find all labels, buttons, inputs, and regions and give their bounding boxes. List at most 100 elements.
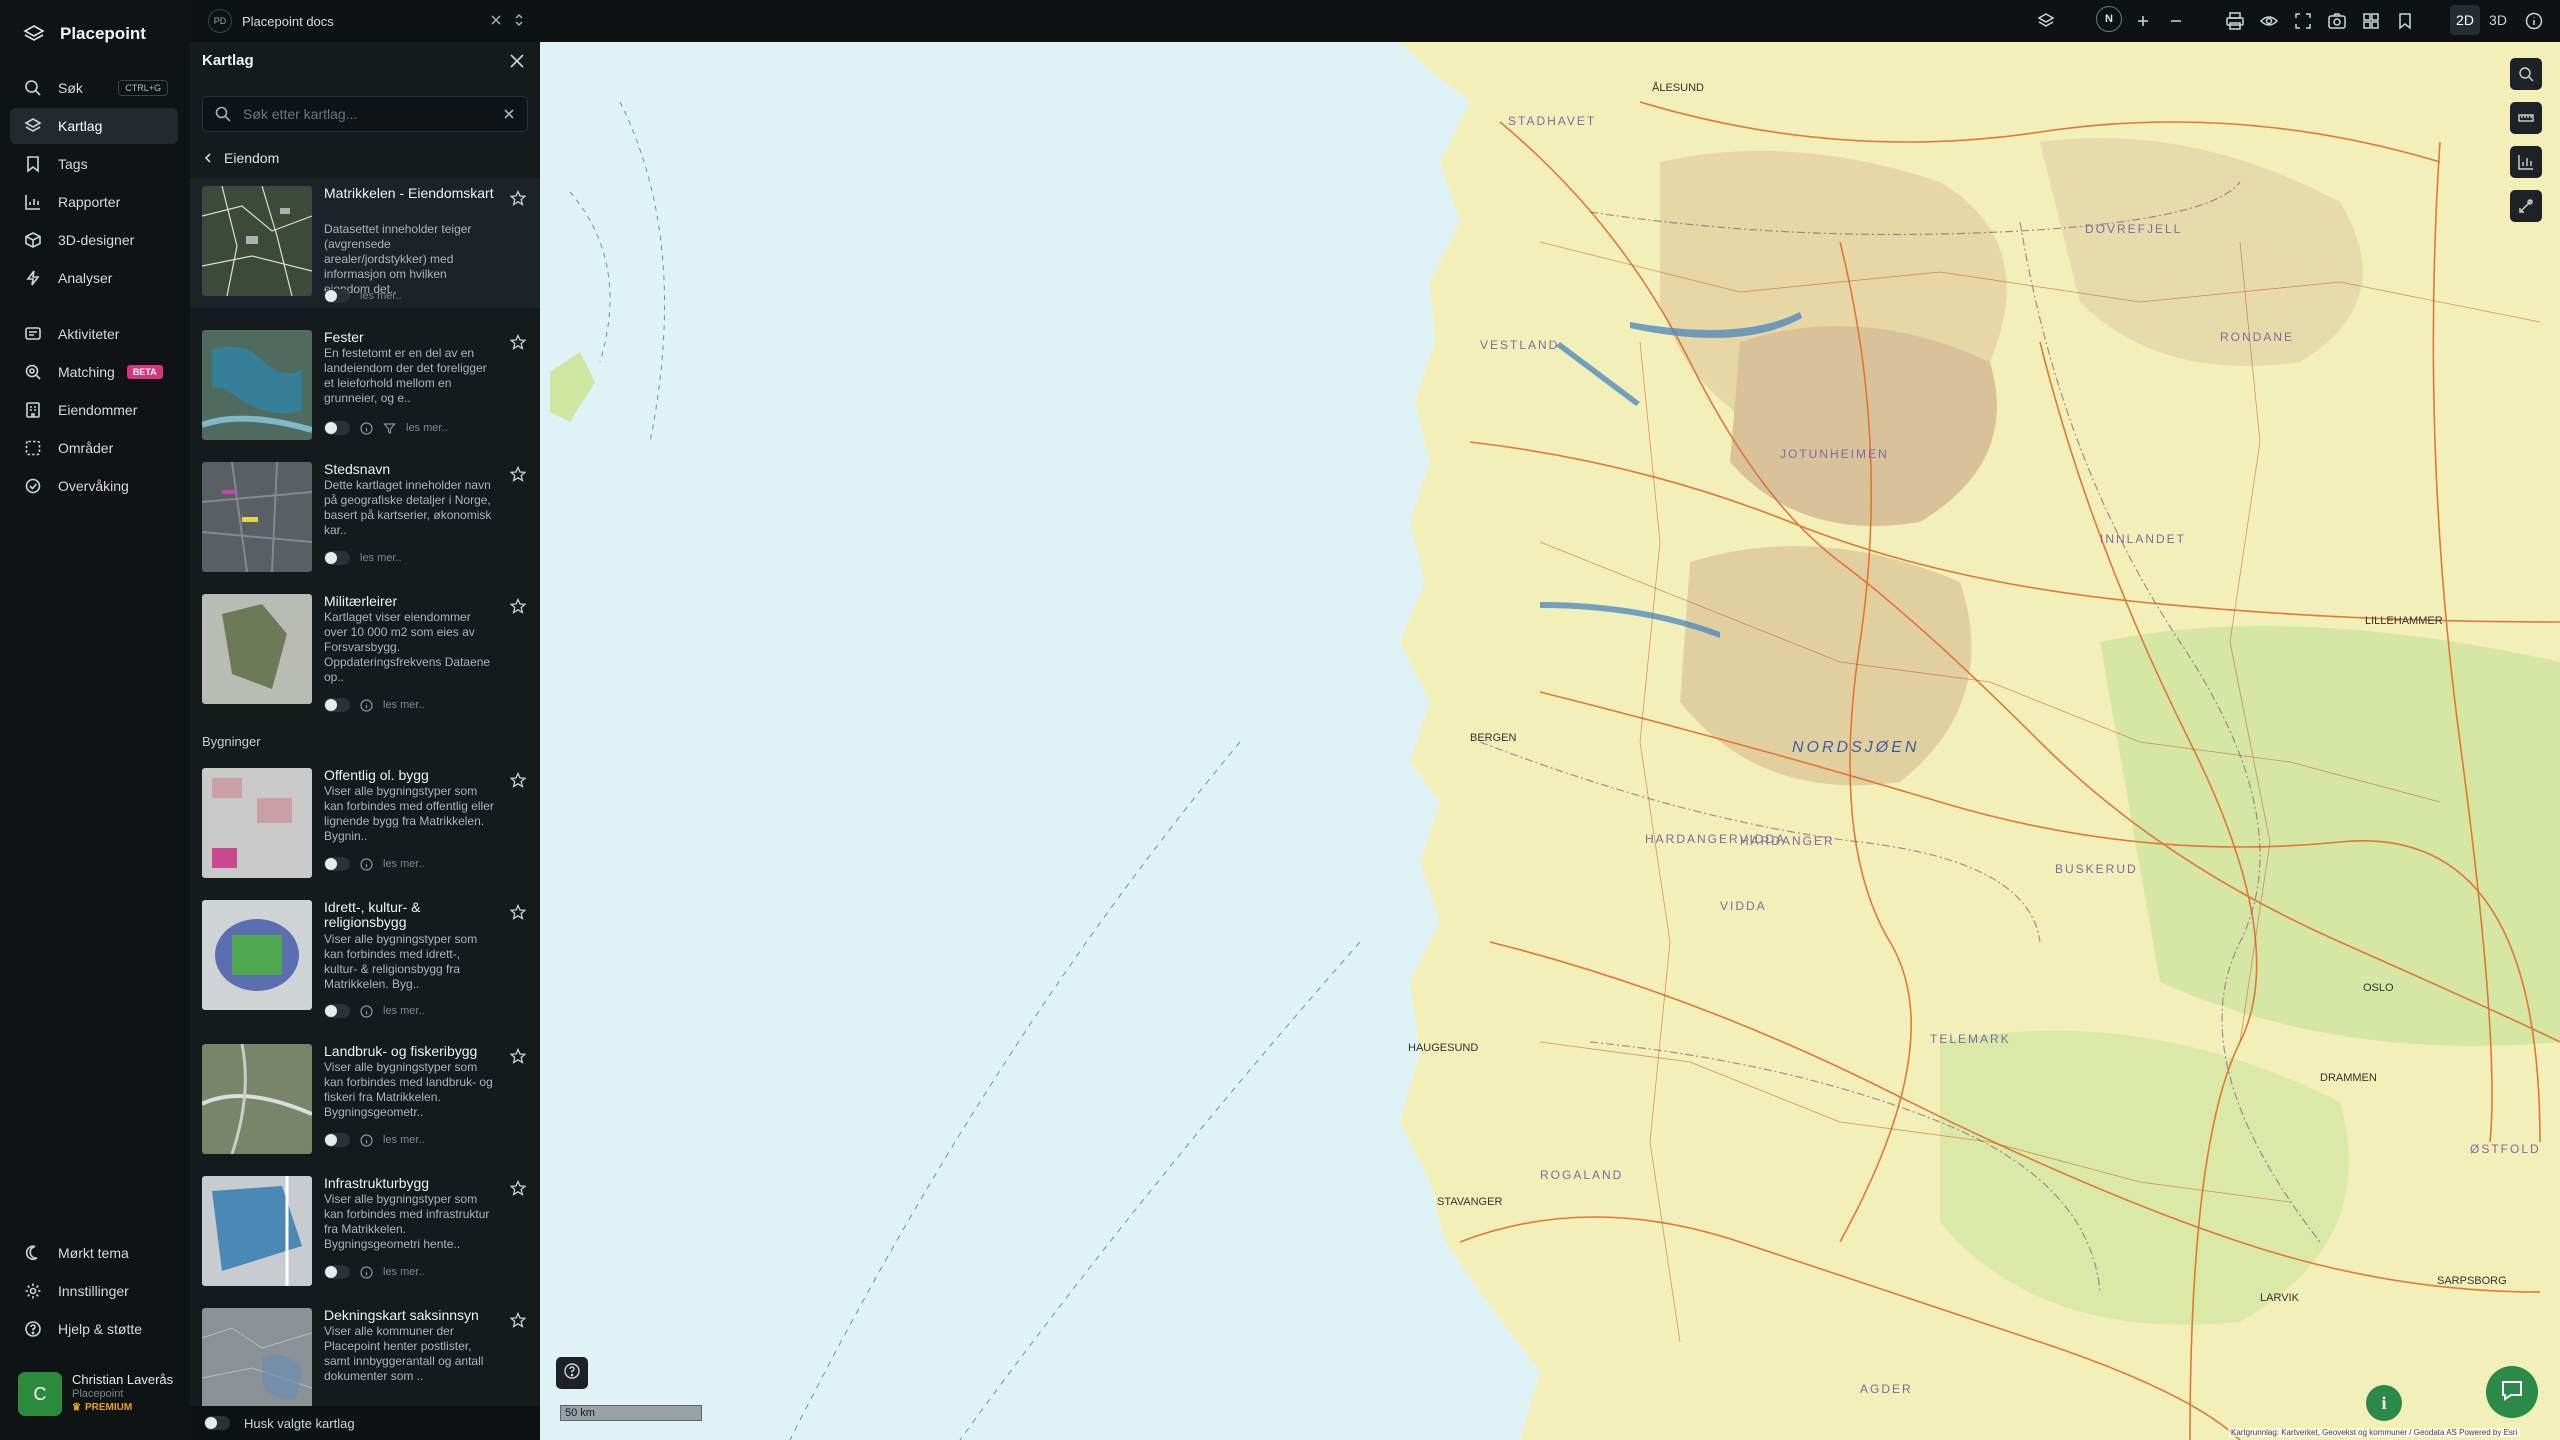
info-icon[interactable] bbox=[360, 1133, 373, 1147]
info-icon[interactable] bbox=[360, 421, 373, 435]
help-icon bbox=[24, 1320, 42, 1338]
bookmark-icon[interactable] bbox=[2395, 11, 2415, 31]
layer-toggle[interactable] bbox=[324, 1265, 350, 1279]
map-label: AGDER bbox=[1860, 1382, 1913, 1396]
chevron-updown-icon[interactable] bbox=[512, 12, 526, 28]
breadcrumb[interactable]: Eiendom bbox=[202, 150, 279, 166]
draw-tool-button[interactable] bbox=[2510, 58, 2542, 90]
filter-icon[interactable] bbox=[383, 422, 396, 435]
nav-item-3d-designer[interactable]: 3D-designer bbox=[10, 222, 178, 258]
info-icon[interactable] bbox=[360, 857, 373, 871]
layer-description: Viser alle bygningstyper som kan forbind… bbox=[324, 1060, 493, 1119]
brand-name: Placepoint bbox=[60, 24, 146, 43]
layer-item[interactable]: Infrastrukturbygg Viser alle bygningstyp… bbox=[190, 1168, 540, 1298]
layers-stack-icon[interactable] bbox=[2036, 11, 2056, 31]
read-more-link[interactable]: les mer.. bbox=[406, 422, 448, 434]
layer-item[interactable]: Matrikkelen - Eiendomskart Datasettet in… bbox=[190, 178, 540, 308]
layer-toggle[interactable] bbox=[324, 1004, 350, 1018]
read-more-link[interactable]: les mer.. bbox=[383, 699, 425, 711]
layer-toggle[interactable] bbox=[324, 857, 350, 871]
fullscreen-icon[interactable] bbox=[2293, 11, 2313, 31]
nav-label: Analyser bbox=[58, 270, 113, 286]
star-icon[interactable] bbox=[510, 598, 526, 614]
star-icon[interactable] bbox=[510, 466, 526, 482]
chat-button[interactable] bbox=[2486, 1366, 2538, 1418]
search-input[interactable] bbox=[241, 105, 495, 123]
bolt-icon bbox=[24, 269, 42, 287]
layer-item[interactable]: Fester En festetomt er en del av en land… bbox=[190, 322, 540, 452]
star-icon[interactable] bbox=[510, 334, 526, 350]
layer-item[interactable]: Militærleirer Kartlaget viser eiendommer… bbox=[190, 586, 540, 716]
cube-icon bbox=[24, 231, 42, 249]
clear-search-icon[interactable] bbox=[503, 108, 515, 120]
info-button[interactable]: i bbox=[2366, 1385, 2402, 1421]
close-tab-icon[interactable] bbox=[488, 12, 504, 28]
compass-button[interactable]: N bbox=[2096, 6, 2122, 32]
info-icon[interactable] bbox=[360, 1004, 373, 1018]
document-tab[interactable]: PD Placepoint docs bbox=[190, 0, 540, 42]
map-canvas[interactable]: NORDSJØEN STADHAVET ÅLESUND BERGEN STAVA… bbox=[540, 42, 2560, 1440]
nav-item-omrader[interactable]: Områder bbox=[10, 430, 178, 466]
read-more-link[interactable]: les mer.. bbox=[383, 1134, 425, 1146]
star-icon[interactable] bbox=[510, 1312, 526, 1328]
layer-toggle[interactable] bbox=[324, 551, 350, 565]
grid-icon[interactable] bbox=[2361, 11, 2381, 31]
nav-item-sok[interactable]: Søk CTRL+G bbox=[10, 70, 178, 106]
nav-item-help[interactable]: Hjelp & støtte bbox=[10, 1311, 178, 1347]
left-navigation: Placepoint Søk CTRL+G Kartlag Tags Rappo… bbox=[0, 0, 191, 1440]
layer-item[interactable]: Stedsnavn Dette kartlaget inneholder nav… bbox=[190, 454, 540, 584]
nav-item-dark-theme[interactable]: Mørkt tema bbox=[10, 1235, 178, 1271]
layer-description: Viser alle kommuner der Placepoint hente… bbox=[324, 1324, 484, 1383]
layer-toggle[interactable] bbox=[324, 421, 350, 435]
nav-item-analyser[interactable]: Analyser bbox=[10, 260, 178, 296]
nav-item-kartlag[interactable]: Kartlag bbox=[10, 108, 178, 144]
print-icon[interactable] bbox=[2225, 11, 2245, 31]
coordinate-tool-button[interactable] bbox=[2510, 190, 2542, 222]
info-icon[interactable] bbox=[2524, 11, 2544, 31]
star-icon[interactable] bbox=[510, 1048, 526, 1064]
star-icon[interactable] bbox=[510, 1180, 526, 1196]
elevation-tool-button[interactable] bbox=[2510, 146, 2542, 178]
layer-toggle[interactable] bbox=[324, 289, 350, 303]
layer-item[interactable]: Landbruk- og fiskeribygg Viser alle bygn… bbox=[190, 1036, 540, 1166]
nav-item-matching[interactable]: Matching BETA bbox=[10, 354, 178, 390]
map-label: HAUGESUND bbox=[1408, 1042, 1479, 1054]
read-more-link[interactable]: les mer.. bbox=[383, 1266, 425, 1278]
layer-thumbnail bbox=[202, 462, 312, 572]
nav-item-eiendommer[interactable]: Eiendommer bbox=[10, 392, 178, 428]
read-more-link[interactable]: les mer.. bbox=[360, 552, 402, 564]
layer-item[interactable]: Idrett-, kultur- & religionsbygg Viser a… bbox=[190, 892, 540, 1022]
layer-item[interactable]: Offentlig ol. bygg Viser alle bygningsty… bbox=[190, 760, 540, 890]
layer-toggle[interactable] bbox=[324, 698, 350, 712]
map-help-button[interactable] bbox=[556, 1357, 588, 1389]
zoom-in-icon[interactable] bbox=[2133, 11, 2153, 31]
nav-item-settings[interactable]: Innstillinger bbox=[10, 1273, 178, 1309]
tab-title: Placepoint docs bbox=[242, 13, 334, 29]
nav-item-rapporter[interactable]: Rapporter bbox=[10, 184, 178, 220]
info-icon[interactable] bbox=[360, 698, 373, 712]
nav-item-overvaking[interactable]: Overvåking bbox=[10, 468, 178, 504]
star-icon[interactable] bbox=[510, 190, 526, 206]
view-3d-toggle[interactable]: 3D bbox=[2484, 5, 2512, 35]
nav-item-aktiviteter[interactable]: Aktiviteter bbox=[10, 316, 178, 352]
eye-icon[interactable] bbox=[2259, 11, 2279, 31]
measure-tool-button[interactable] bbox=[2510, 102, 2542, 134]
read-more-link[interactable]: les mer.. bbox=[383, 858, 425, 870]
remember-layers: Husk valgte kartlag bbox=[190, 1406, 540, 1440]
read-more-link[interactable]: les mer.. bbox=[383, 1005, 425, 1017]
zoom-out-icon[interactable] bbox=[2166, 11, 2186, 31]
read-more-link[interactable]: les mer.. bbox=[360, 290, 402, 302]
remember-toggle[interactable] bbox=[204, 1416, 230, 1430]
view-2d-toggle[interactable]: 2D bbox=[2450, 5, 2480, 35]
close-panel-icon[interactable] bbox=[508, 52, 526, 70]
brand[interactable]: Placepoint bbox=[22, 22, 146, 46]
camera-icon[interactable] bbox=[2327, 11, 2347, 31]
nav-item-tags[interactable]: Tags bbox=[10, 146, 178, 182]
map-label: LARVIK bbox=[2260, 1292, 2299, 1304]
info-icon[interactable] bbox=[360, 1265, 373, 1279]
layer-toggle[interactable] bbox=[324, 1133, 350, 1147]
star-icon[interactable] bbox=[510, 904, 526, 920]
map-label: RONDANE bbox=[2220, 330, 2295, 344]
user-profile[interactable]: C Christian Laverås Placepoint ♛ PREMIUM bbox=[18, 1372, 173, 1416]
star-icon[interactable] bbox=[510, 772, 526, 788]
